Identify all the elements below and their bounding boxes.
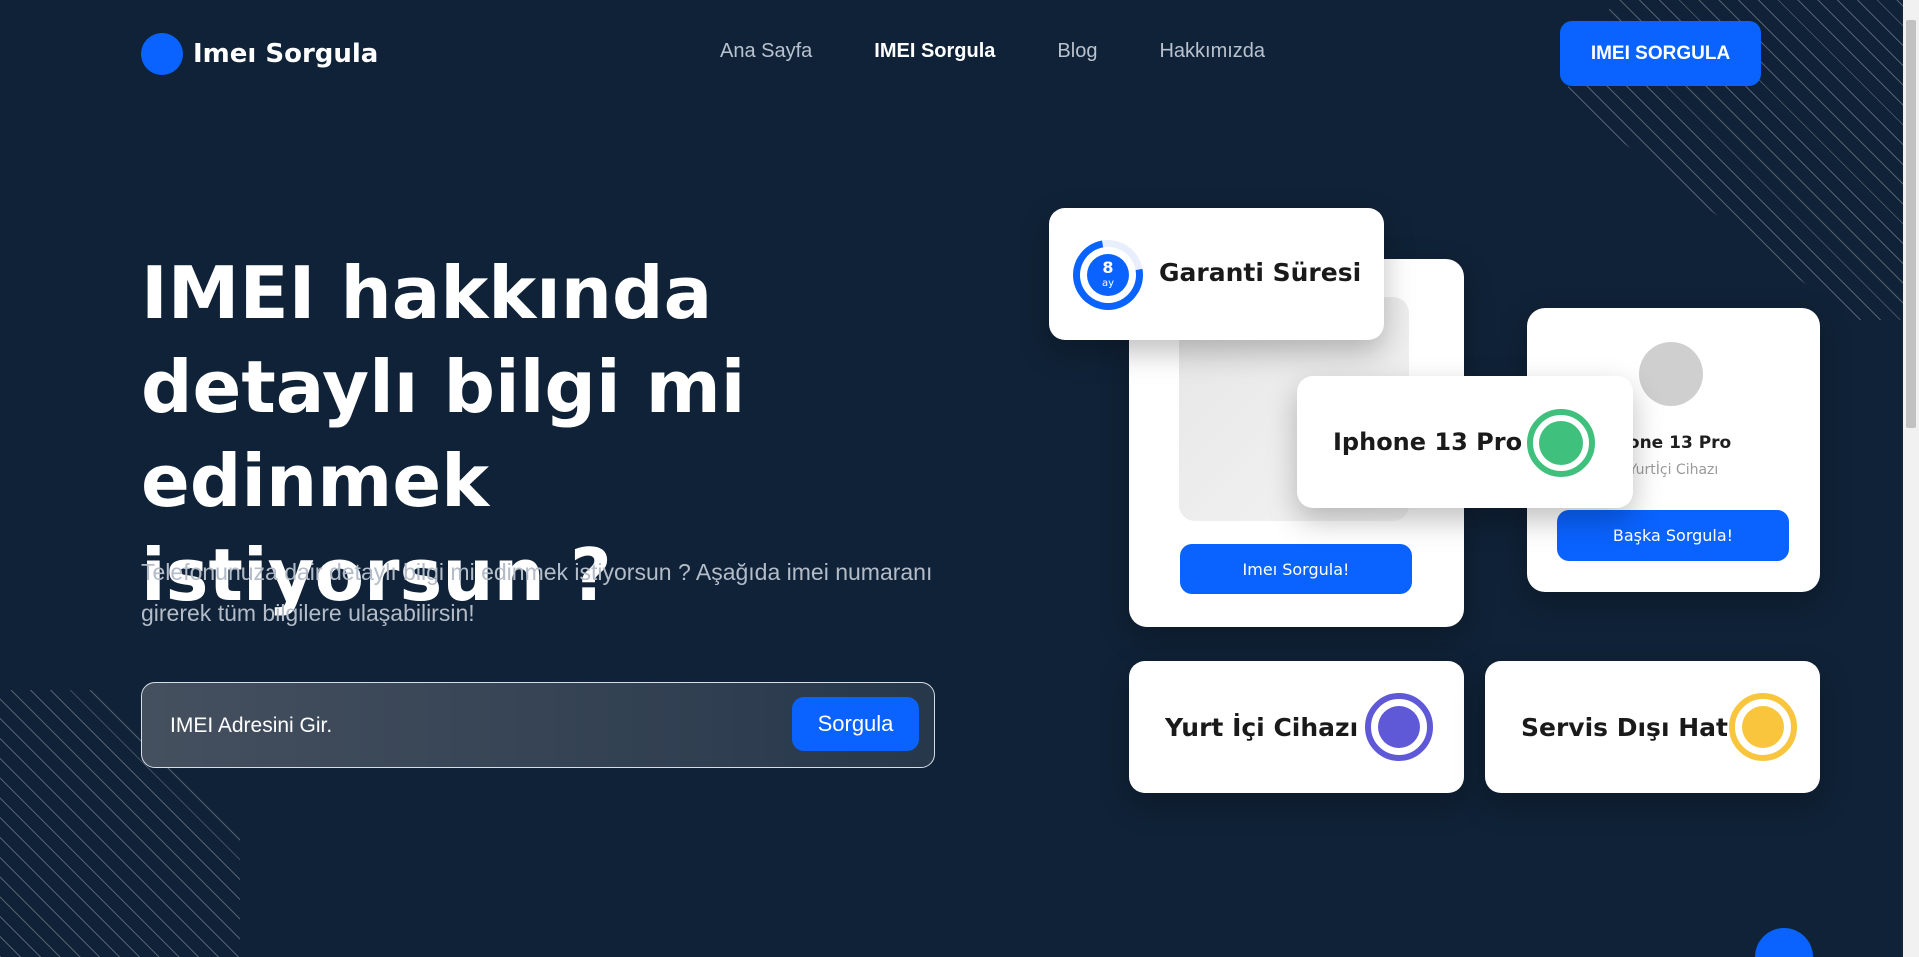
domestic-device-label: Yurt İçi Cihazı <box>1165 713 1359 742</box>
search-submit-button[interactable]: Sorgula <box>792 697 919 751</box>
nav-item-imei-sorgula[interactable]: IMEI Sorgula <box>874 40 995 63</box>
logo-icon <box>141 33 183 75</box>
service-dot-icon <box>1742 706 1784 748</box>
warranty-pill: 8 ay Garanti Süresi <box>1049 208 1384 340</box>
nav-item-blog[interactable]: Blog <box>1057 40 1097 63</box>
nav-item-home[interactable]: Ana Sayfa <box>720 40 812 63</box>
imei-search-input[interactable] <box>168 705 692 747</box>
brand-logo[interactable]: Imeı Sorgula <box>141 33 378 75</box>
scrollbar-thumb[interactable] <box>1906 20 1916 428</box>
status-dot-icon <box>1539 421 1583 465</box>
imei-query-card-button[interactable]: Imeı Sorgula! <box>1180 544 1412 594</box>
main-nav: Ana Sayfa IMEI Sorgula Blog Hakkımızda <box>720 40 1327 63</box>
warranty-months: 8 <box>1102 258 1114 277</box>
nav-item-about[interactable]: Hakkımızda <box>1159 40 1265 63</box>
scroll-fab-button[interactable] <box>1755 928 1813 957</box>
domestic-dot-icon <box>1378 706 1420 748</box>
another-query-button[interactable]: Başka Sorgula! <box>1557 510 1789 561</box>
warranty-badge: 8 ay <box>1087 254 1129 296</box>
page: Imeı Sorgula Ana Sayfa IMEI Sorgula Blog… <box>0 0 1903 957</box>
hero-description: Telefonunuza dair detaylı bilgi mi edinm… <box>141 559 933 626</box>
warranty-unit: ay <box>1101 278 1115 289</box>
page-scrollbar[interactable] <box>1903 0 1919 957</box>
device-model-label: Iphone 13 Pro <box>1333 428 1523 456</box>
imei-search-box: Sorgula <box>141 682 935 768</box>
device-model-pill: Iphone 13 Pro <box>1297 376 1633 508</box>
warranty-label: Garanti Süresi <box>1159 258 1362 287</box>
avatar <box>1639 342 1703 406</box>
brand-name: Imeı Sorgula <box>193 39 379 69</box>
out-of-service-label: Servis Dışı Hat <box>1521 713 1728 742</box>
header-cta-button[interactable]: IMEI SORGULA <box>1560 21 1761 86</box>
out-of-service-pill: Servis Dışı Hat <box>1485 661 1820 793</box>
domestic-device-pill: Yurt İçi Cihazı <box>1129 661 1464 793</box>
